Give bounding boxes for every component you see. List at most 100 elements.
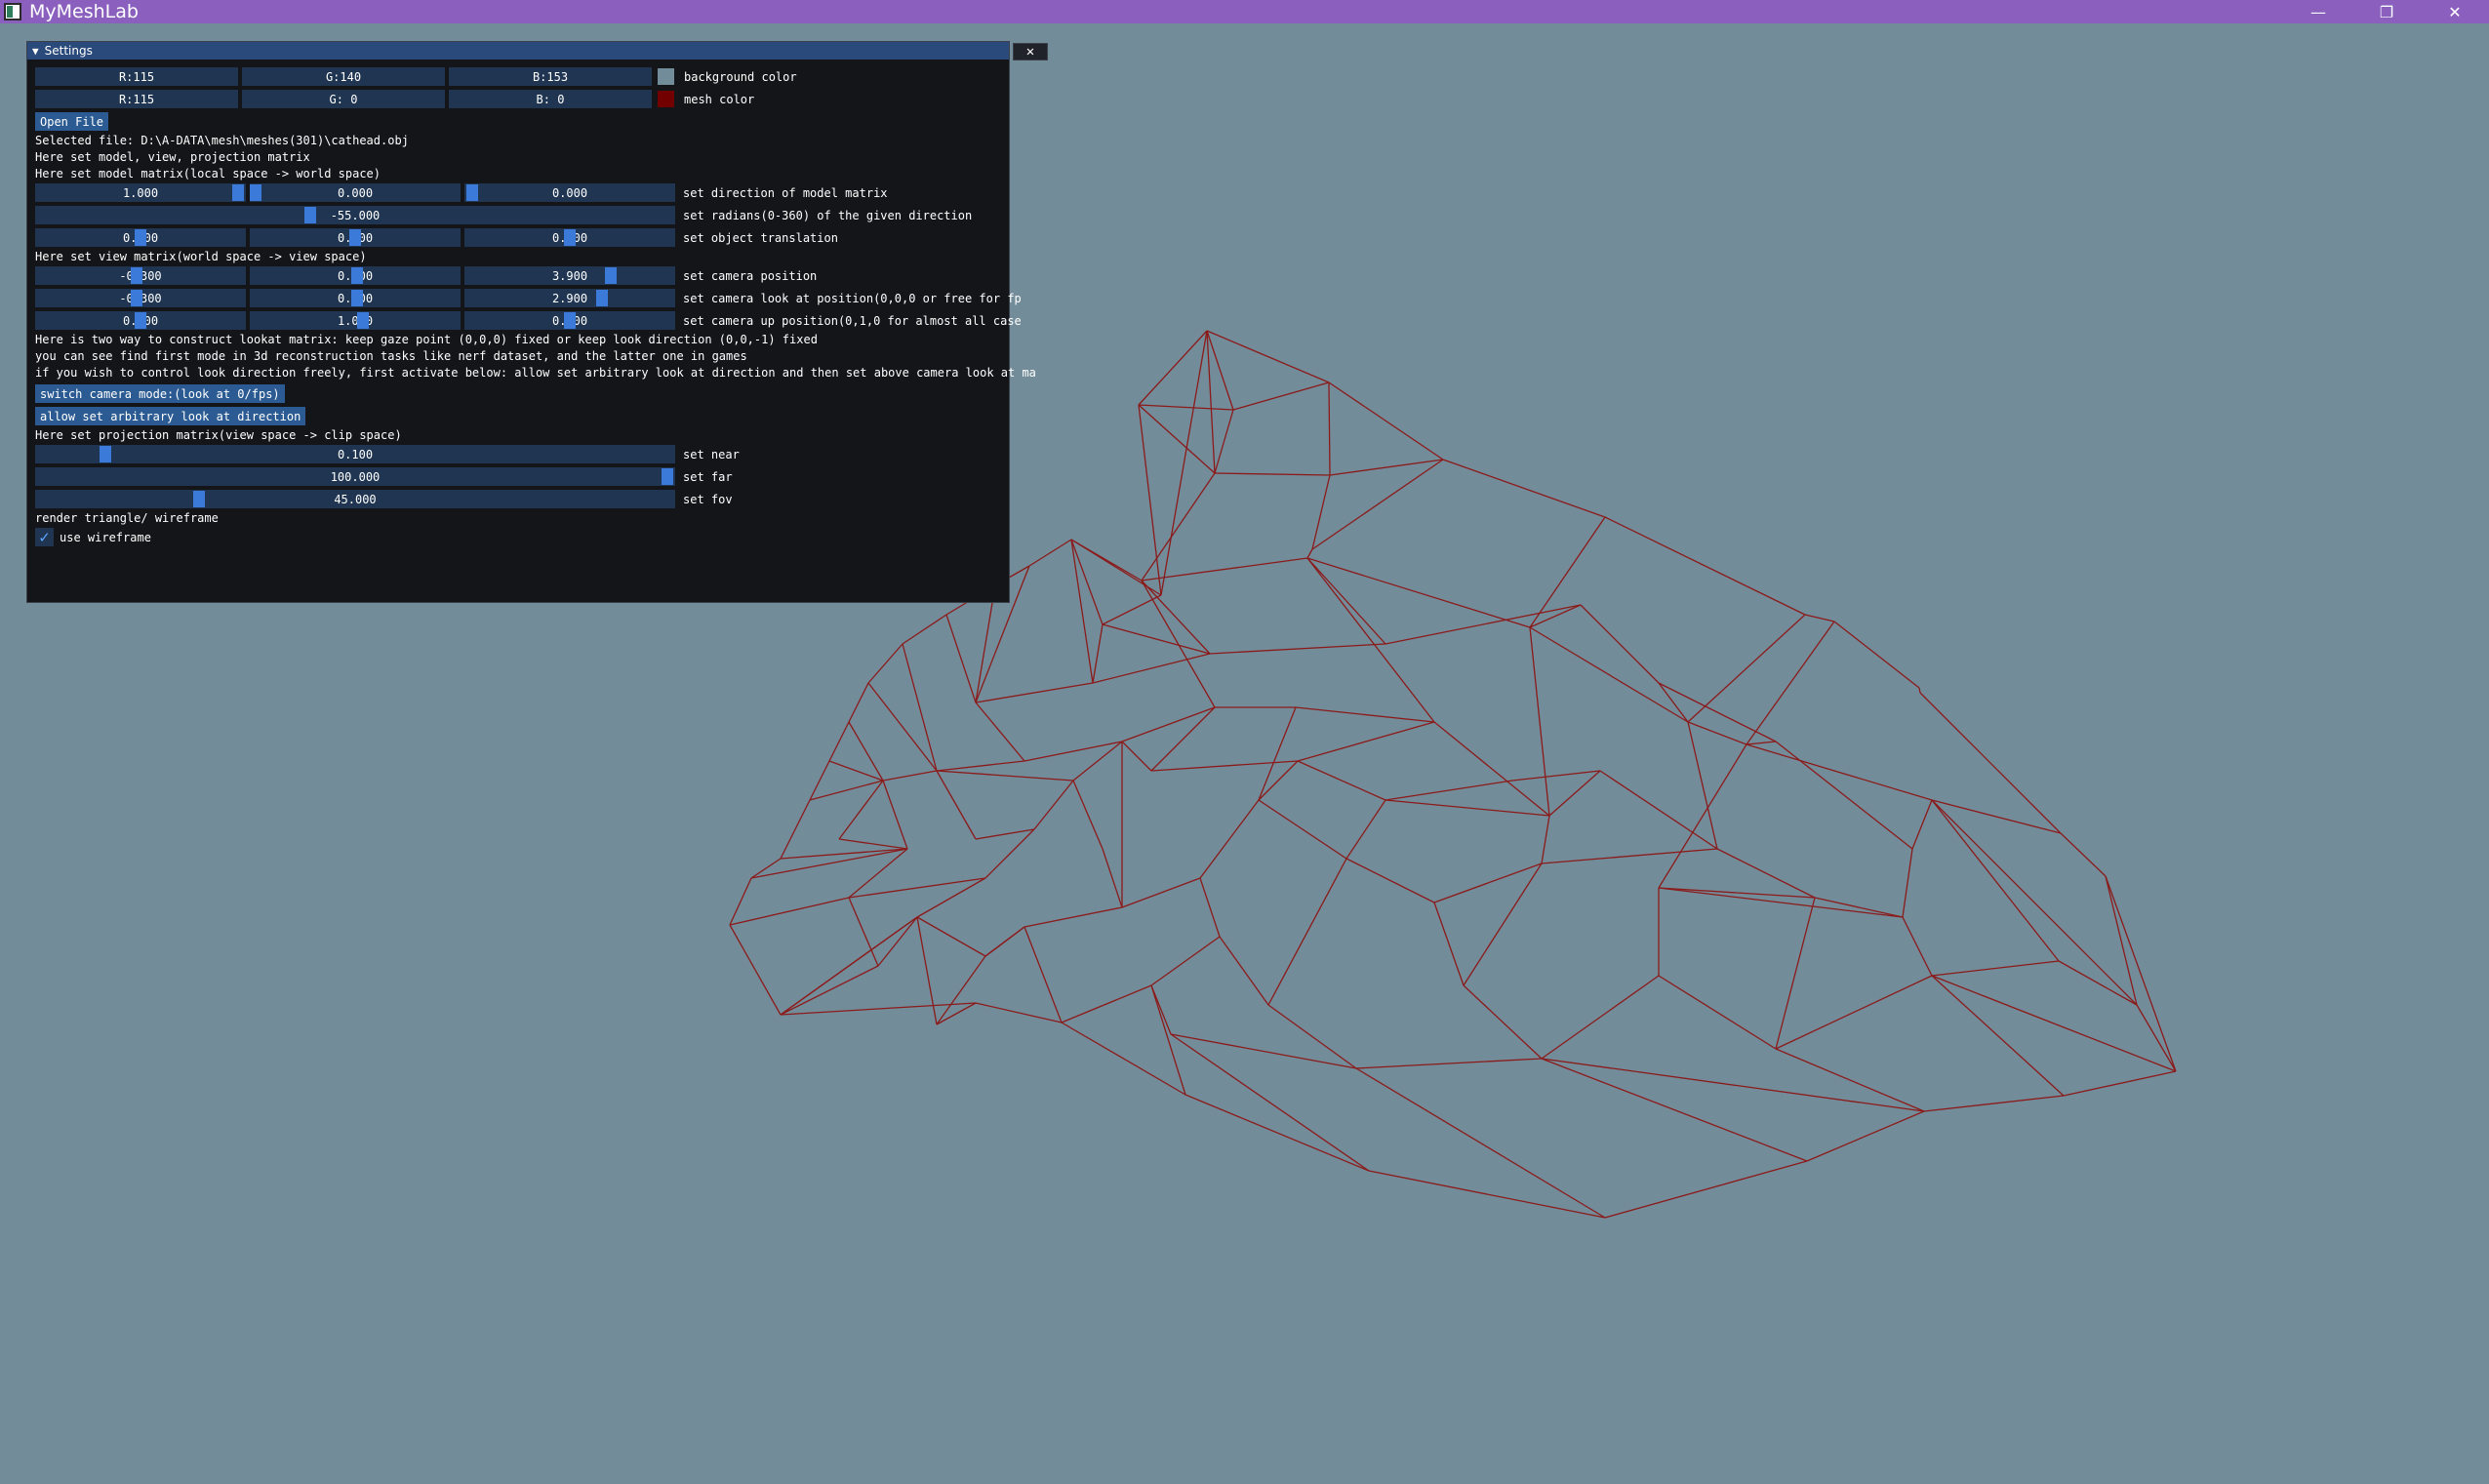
switch-camera-mode-button[interactable]: switch camera mode:(look at 0/fps) — [35, 384, 285, 403]
mesh-edge — [1024, 906, 1123, 928]
info-line-3: if you wish to control look direction fr… — [35, 366, 1036, 380]
slider-grab[interactable] — [232, 184, 244, 201]
mesh-edge — [1931, 799, 2138, 1006]
mesh-edge — [2060, 832, 2107, 877]
mesh-edge — [1345, 858, 1435, 903]
mesh-edge — [1433, 902, 1465, 986]
slider-grab[interactable] — [250, 184, 261, 201]
cam-pos-x-slider[interactable]: -0.300 — [35, 266, 246, 285]
camera-position-row: -0.300 0.800 3.900 set camera position — [35, 266, 817, 285]
model-dir-x-slider[interactable]: 1.000 — [35, 183, 246, 202]
slider-grab[interactable] — [193, 491, 205, 507]
slider-grab[interactable] — [304, 207, 316, 223]
mesh-edge — [1385, 799, 1550, 817]
mesh-edge — [1170, 1033, 1357, 1069]
cam-up-x-slider[interactable]: 0.000 — [35, 311, 246, 330]
wireframe-checkbox[interactable]: ✓ — [35, 528, 54, 546]
model-dir-y-slider[interactable]: 0.000 — [250, 183, 461, 202]
slider-grab[interactable] — [357, 312, 369, 329]
translation-z-slider[interactable]: 0.000 — [464, 228, 675, 247]
mesh-edge — [1206, 330, 1330, 383]
slider-grab[interactable] — [662, 468, 673, 485]
cam-up-z-slider[interactable]: 0.000 — [464, 311, 675, 330]
far-slider[interactable]: 100.000 — [35, 467, 675, 486]
allow-arbitrary-look-button[interactable]: allow set arbitrary look at direction — [35, 407, 306, 425]
mesh-color-swatch[interactable] — [658, 91, 674, 107]
mesh-b-field[interactable]: B: 0 — [449, 90, 652, 108]
cam-up-y-slider[interactable]: 1.000 — [250, 311, 461, 330]
mesh-edge — [1150, 760, 1299, 772]
settings-titlebar[interactable]: ▼ Settings — [27, 42, 1009, 60]
mesh-edge — [1368, 1170, 1606, 1219]
bg-color-label: background color — [684, 69, 797, 84]
bg-g-field[interactable]: G:140 — [242, 67, 445, 86]
mesh-edge — [1604, 516, 1806, 616]
mesh-edge — [1775, 741, 1913, 850]
open-file-button[interactable]: Open File — [35, 112, 109, 131]
mesh-edge — [2063, 1070, 2177, 1097]
mesh-edge — [902, 614, 947, 645]
mesh-edge — [1209, 643, 1386, 655]
mesh-edge — [1138, 404, 1234, 411]
slider-grab[interactable] — [351, 267, 363, 284]
slider-grab[interactable] — [100, 446, 111, 462]
slider-grab[interactable] — [349, 229, 361, 246]
settings-panel[interactable]: ▼ Settings ✕ R:115 G:140 B:153 backgroun… — [26, 41, 1048, 603]
mesh-edge — [984, 926, 1025, 957]
slider-grab[interactable] — [131, 267, 142, 284]
cam-look-z-slider[interactable]: 2.900 — [464, 289, 675, 307]
slider-grab[interactable] — [351, 290, 363, 306]
translation-y-slider[interactable]: 0.000 — [250, 228, 461, 247]
camera-position-label: set camera position — [683, 268, 818, 283]
bg-color-swatch[interactable] — [658, 68, 674, 85]
mesh-edge — [1604, 1160, 1808, 1219]
mesh-edge — [1931, 799, 2062, 834]
mesh-edge — [1267, 858, 1347, 1006]
mesh-edge — [936, 770, 977, 840]
mesh-edge — [936, 955, 986, 1025]
mesh-g-field[interactable]: G: 0 — [242, 90, 445, 108]
mesh-edge — [2136, 1004, 2177, 1072]
mesh-edge — [1804, 614, 1835, 622]
mesh-edge — [1529, 626, 1689, 723]
close-panel-button[interactable]: ✕ — [1013, 43, 1048, 60]
fov-slider[interactable]: 45.000 — [35, 490, 675, 508]
mesh-edge — [936, 770, 1074, 782]
mesh-edge — [1746, 741, 1777, 745]
mesh-edge — [1775, 897, 1816, 1050]
slider-grab[interactable] — [131, 290, 142, 306]
model-radians-slider[interactable]: -55.000 — [35, 206, 675, 224]
bg-r-field[interactable]: R:115 — [35, 67, 238, 86]
slider-grab[interactable] — [466, 184, 478, 201]
mesh-edge — [1931, 975, 2065, 1097]
bg-b-field[interactable]: B:153 — [449, 67, 652, 86]
slider-grab[interactable] — [564, 312, 576, 329]
slider-grab[interactable] — [135, 229, 146, 246]
mesh-edge — [1306, 557, 1435, 723]
model-dir-z-slider[interactable]: 0.000 — [464, 183, 675, 202]
cam-look-x-slider[interactable]: -0.300 — [35, 289, 246, 307]
slider-grab[interactable] — [596, 290, 608, 306]
fov-label: set fov — [683, 492, 733, 506]
wireframe-row: ✓ use wireframe — [35, 528, 151, 546]
cam-pos-y-slider[interactable]: 0.800 — [250, 266, 461, 285]
collapse-arrow-icon[interactable]: ▼ — [32, 45, 39, 58]
slider-grab[interactable] — [135, 312, 146, 329]
mesh-edge — [1658, 975, 1777, 1050]
mesh-edge — [1902, 848, 1913, 918]
translation-x-slider[interactable]: 0.000 — [35, 228, 246, 247]
cam-pos-z-slider[interactable]: 3.900 — [464, 266, 675, 285]
mesh-edge — [1028, 539, 1072, 567]
mesh-edge — [1385, 604, 1582, 645]
mesh-edge — [1442, 459, 1606, 518]
slider-grab[interactable] — [605, 267, 617, 284]
near-slider[interactable]: 0.100 — [35, 445, 675, 463]
mesh-edge — [1184, 1094, 1370, 1172]
mesh-edge — [1931, 960, 2060, 977]
cam-look-y-slider[interactable]: 0.800 — [250, 289, 461, 307]
slider-grab[interactable] — [564, 229, 576, 246]
mesh-edge — [1511, 770, 1601, 782]
mesh-edge — [1297, 721, 1435, 762]
mesh-r-field[interactable]: R:115 — [35, 90, 238, 108]
camera-look-row: -0.300 0.800 2.900 set camera look at po… — [35, 289, 1022, 307]
